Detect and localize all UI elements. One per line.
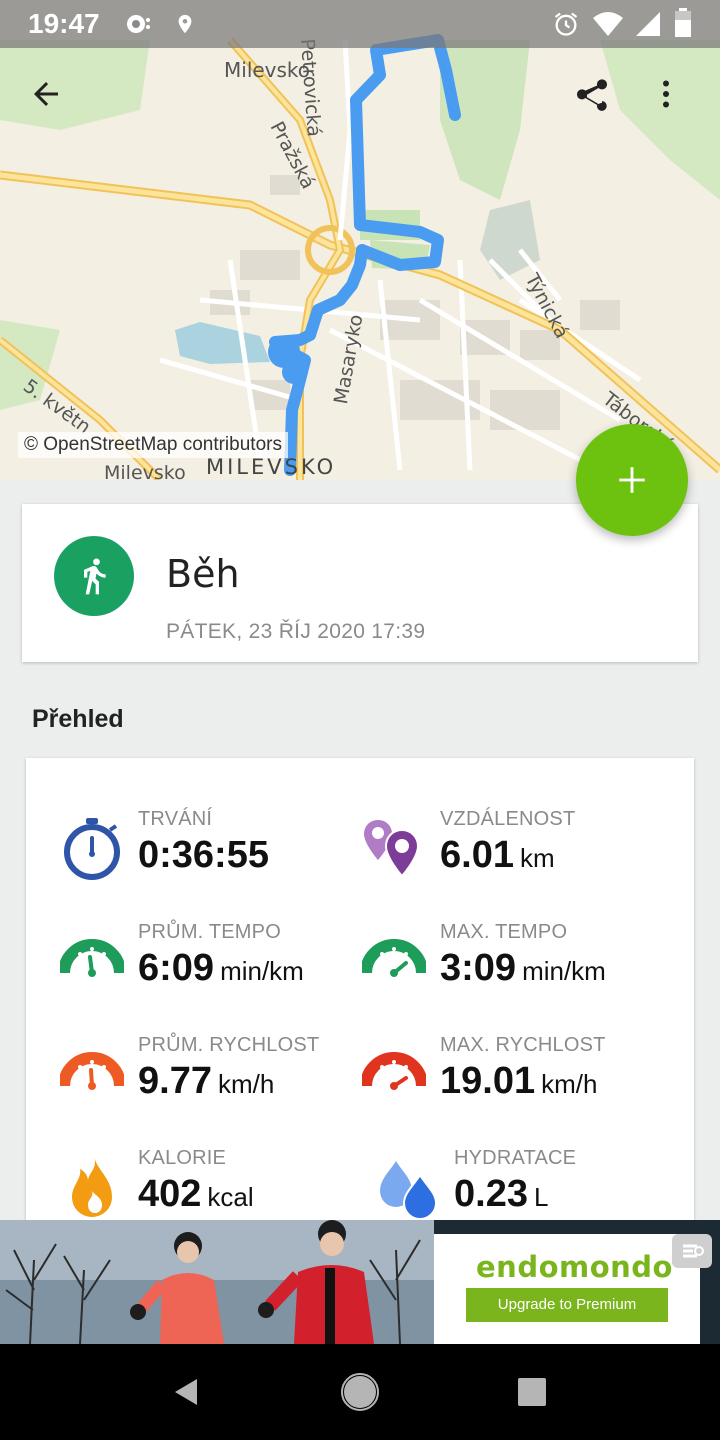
- recents-square-icon[interactable]: [504, 1364, 560, 1420]
- plus-icon: [619, 467, 645, 493]
- back-arrow-icon[interactable]: [28, 76, 84, 132]
- stat-avg-speed: PRŮM. RYCHLOST 9.77 km/h: [58, 1034, 380, 1134]
- stat-value: 6.01: [440, 834, 514, 876]
- running-icon: [54, 536, 134, 616]
- stat-unit: min/km: [522, 956, 606, 986]
- alarm-icon: [552, 10, 580, 43]
- ad-photo: [0, 1220, 434, 1344]
- stat-max-pace: MAX. TEMPO 3:09 min/km: [360, 921, 682, 1021]
- stat-value: 19.01: [440, 1060, 536, 1102]
- water-drops-icon: [376, 1155, 440, 1220]
- stat-unit: km/h: [217, 1069, 275, 1099]
- status-time: 19:47: [28, 8, 100, 39]
- wifi-icon: [592, 10, 624, 43]
- endomondo-logo: endomondo: [476, 1250, 673, 1284]
- activity-date: PÁTEK, 23 ŘÍJ 2020 17:39: [166, 620, 426, 643]
- stat-label: PRŮM. TEMPO: [138, 921, 281, 943]
- gauge-high-icon: [360, 1042, 428, 1106]
- overview-stats-card: TRVÁNÍ 0:36:55 VZDÁLENOST 6.01 km PRŮM. T…: [26, 758, 694, 1228]
- stat-label: VZDÁLENOST: [440, 808, 576, 830]
- ad-banner[interactable]: endomondo Upgrade to Premium: [0, 1220, 720, 1344]
- more-vert-icon[interactable]: [648, 76, 704, 132]
- stat-label: PRŮM. RYCHLOST: [138, 1034, 320, 1056]
- share-icon[interactable]: [572, 76, 628, 132]
- stat-value: 0.23: [454, 1173, 528, 1215]
- activity-header-card: Běh PÁTEK, 23 ŘÍJ 2020 17:39: [22, 504, 698, 662]
- stat-label: HYDRATACE: [454, 1147, 577, 1169]
- stat-max-speed: MAX. RYCHLOST 19.01 km/h: [360, 1034, 682, 1134]
- back-triangle-icon[interactable]: [158, 1364, 214, 1420]
- speedometer-high-icon: [360, 929, 428, 993]
- stat-value: 3:09: [440, 947, 517, 989]
- ad-panel: endomondo Upgrade to Premium: [434, 1234, 700, 1344]
- stat-unit: km: [519, 843, 555, 873]
- stat-unit: L: [533, 1182, 549, 1212]
- signal-icon: [634, 10, 662, 43]
- system-nav-bar: [0, 1344, 720, 1440]
- stat-label: KALORIE: [138, 1147, 227, 1169]
- stat-label: MAX. TEMPO: [440, 921, 568, 943]
- add-button[interactable]: [576, 424, 688, 536]
- route-map[interactable]: Milevsko Petrovická Pražská Týnická Masa…: [0, 0, 720, 480]
- stat-unit: kcal: [207, 1182, 254, 1212]
- status-bar: 19:47: [0, 0, 720, 48]
- stat-value: 6:09: [138, 947, 215, 989]
- upgrade-premium-button[interactable]: Upgrade to Premium: [466, 1288, 668, 1322]
- stat-distance: VZDÁLENOST 6.01 km: [362, 808, 682, 908]
- stat-value: 9.77: [138, 1060, 212, 1102]
- stat-value: 0:36:55: [138, 834, 269, 876]
- stat-value: 402: [138, 1173, 202, 1215]
- location-icon: [174, 10, 196, 43]
- ad-choices-icon[interactable]: [672, 1234, 712, 1268]
- activity-detail-screen: Milevsko Petrovická Pražská Týnická Masa…: [0, 0, 720, 1440]
- home-circle-icon[interactable]: [332, 1364, 388, 1420]
- stat-label: TRVÁNÍ: [138, 808, 213, 830]
- location-pins-icon: [362, 816, 426, 880]
- gauge-low-icon: [58, 1042, 126, 1106]
- stat-duration: TRVÁNÍ 0:36:55: [60, 808, 380, 908]
- battery-icon: [674, 8, 692, 43]
- flame-icon: [60, 1155, 124, 1219]
- map-attribution[interactable]: © OpenStreetMap contributors: [18, 432, 288, 458]
- speedometer-low-icon: [58, 929, 126, 993]
- stat-avg-pace: PRŮM. TEMPO 6:09 min/km: [58, 921, 380, 1021]
- stopwatch-icon: [60, 816, 124, 880]
- overview-title: Přehled: [32, 705, 124, 733]
- settings-notification-icon: [124, 12, 152, 41]
- map-label-milevsko-bottom: Milevsko: [104, 462, 186, 480]
- activity-title: Běh: [166, 552, 240, 596]
- stat-unit: min/km: [220, 956, 304, 986]
- stat-label: MAX. RYCHLOST: [440, 1034, 606, 1056]
- map-label-milevsko-caps: MILEVSKO: [206, 455, 337, 479]
- stat-unit: km/h: [541, 1069, 598, 1099]
